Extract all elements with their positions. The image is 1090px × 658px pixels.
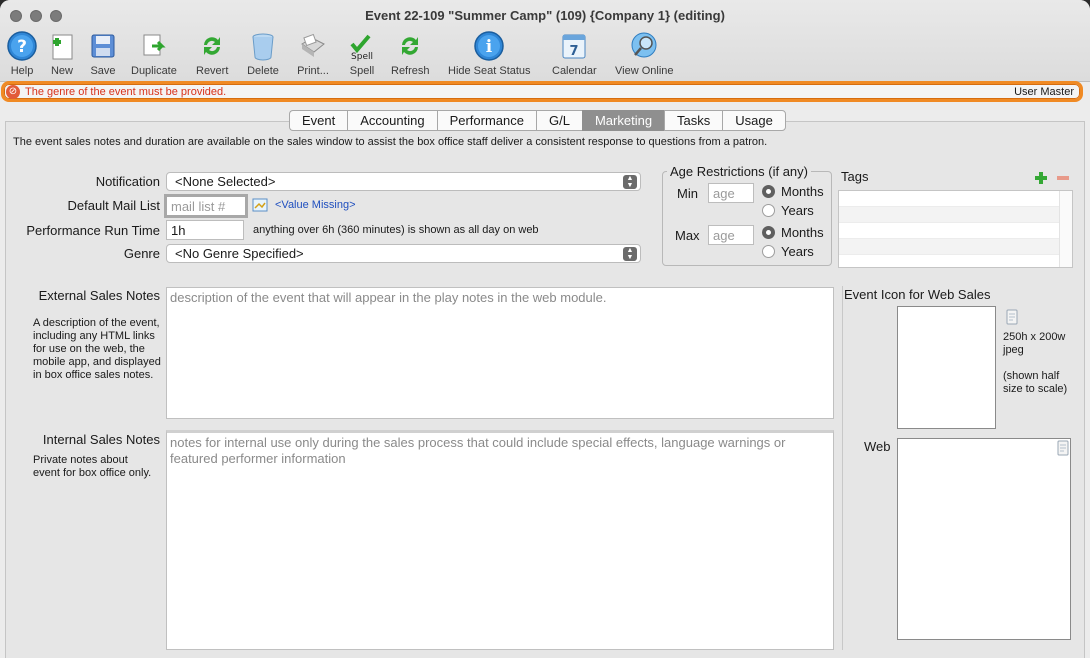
hide-seat-status-button[interactable]: i Hide Seat Status <box>448 30 531 80</box>
list-item[interactable] <box>839 239 1072 255</box>
event-icon-image-well[interactable] <box>897 306 996 429</box>
age-restrictions-title: Age Restrictions (if any) <box>667 164 811 179</box>
external-notes-help: A description of the event, including an… <box>33 317 161 381</box>
spell-check-icon: Spell <box>346 30 378 62</box>
run-time-input[interactable] <box>166 220 244 240</box>
tab-tasks[interactable]: Tasks <box>664 110 723 131</box>
age-min-months-radio[interactable]: Months <box>762 184 824 199</box>
validation-error-bar: ⊘ The genre of the event must be provide… <box>1 81 1083 102</box>
remove-tag-icon[interactable] <box>1054 169 1072 187</box>
tab-bar: Event Accounting Performance G/L Marketi… <box>289 110 786 131</box>
age-max-months-radio[interactable]: Months <box>762 225 824 240</box>
notification-select[interactable]: <None Selected> ▲ ▼ <box>166 172 641 191</box>
event-icon-document-icon[interactable] <box>1003 308 1021 326</box>
svg-text:?: ? <box>17 37 27 57</box>
icon-size-hint: 250h x 200w jpeg <box>1003 331 1066 356</box>
web-icon-document-icon[interactable] <box>1054 439 1072 457</box>
event-icon-title: Event Icon for Web Sales <box>844 287 991 302</box>
age-max-years-radio[interactable]: Years <box>762 244 814 259</box>
tab-event[interactable]: Event <box>289 110 348 131</box>
svg-text:i: i <box>486 37 493 57</box>
tab-accounting[interactable]: Accounting <box>347 110 437 131</box>
run-time-label: Performance Run Time <box>26 223 160 238</box>
spell-badge-text: Spell <box>351 52 373 62</box>
title-bar: Event 22-109 "Summer Camp" (109) {Compan… <box>0 0 1090 82</box>
web-icon-image-well[interactable] <box>897 438 1071 640</box>
window-title: Event 22-109 "Summer Camp" (109) {Compan… <box>365 8 725 23</box>
select-arrows-icon: ▲ ▼ <box>623 175 637 189</box>
genre-select[interactable]: <No Genre Specified> ▲ ▼ <box>166 244 641 263</box>
revert-arrows-icon <box>196 30 228 62</box>
tags-list[interactable] <box>838 190 1073 268</box>
tab-gl[interactable]: G/L <box>536 110 582 131</box>
revert-button[interactable]: Revert <box>196 30 228 80</box>
genre-value: <No Genre Specified> <box>175 246 304 261</box>
external-notes-textarea[interactable]: description of the event that will appea… <box>166 287 834 419</box>
duplicate-icon <box>138 30 170 62</box>
floppy-disk-icon <box>87 30 119 62</box>
age-min-label: Min <box>677 186 698 201</box>
globe-magnifier-icon <box>628 30 660 62</box>
internal-notes-help: Private notes about event for box office… <box>33 454 152 479</box>
calendar-badge-text: 7 <box>570 44 579 59</box>
list-item[interactable] <box>839 207 1072 223</box>
radio-selected-icon <box>762 185 775 198</box>
radio-empty-icon <box>762 245 775 258</box>
calendar-icon: 7 <box>558 30 590 62</box>
refresh-button[interactable]: Refresh <box>391 30 430 80</box>
save-button[interactable]: Save <box>87 30 119 80</box>
web-icon-label: Web <box>864 439 891 454</box>
tab-usage[interactable]: Usage <box>722 110 786 131</box>
genre-label: Genre <box>123 246 160 261</box>
delete-button[interactable]: Delete <box>247 30 279 80</box>
add-tag-icon[interactable] <box>1032 169 1050 187</box>
tags-scrollbar[interactable] <box>1059 191 1072 267</box>
tags-label: Tags <box>841 169 869 184</box>
mail-list-input[interactable] <box>164 194 248 218</box>
trash-can-icon <box>247 30 279 62</box>
error-message: The genre of the event must be provided. <box>25 85 227 98</box>
help-icon: ? <box>6 30 38 62</box>
mail-list-lookup-icon[interactable] <box>251 196 269 214</box>
internal-notes-label: Internal Sales Notes <box>42 432 160 447</box>
select-arrows-icon: ▲ ▼ <box>623 247 637 261</box>
refresh-arrows-icon <box>394 30 426 62</box>
list-item[interactable] <box>839 191 1072 207</box>
error-icon: ⊘ <box>6 84 20 99</box>
new-document-icon <box>46 30 78 62</box>
radio-selected-icon <box>762 226 775 239</box>
age-max-label: Max <box>675 228 700 243</box>
internal-notes-textarea[interactable]: notes for internal use only during the s… <box>166 430 834 650</box>
external-notes-label: External Sales Notes <box>38 288 160 303</box>
spell-button[interactable]: Spell Spell <box>346 30 378 80</box>
current-user: User Master <box>1014 85 1074 98</box>
print-button[interactable]: Print... <box>297 30 329 80</box>
printer-icon <box>297 30 329 62</box>
notification-value: <None Selected> <box>175 174 276 189</box>
age-max-input[interactable] <box>708 225 754 245</box>
run-time-hint: anything over 6h (360 minutes) is shown … <box>253 224 539 236</box>
mail-list-label: Default Mail List <box>67 198 160 213</box>
duplicate-button[interactable]: Duplicate <box>131 30 177 80</box>
list-item[interactable] <box>839 223 1072 239</box>
view-online-button[interactable]: View Online <box>615 30 674 80</box>
new-button[interactable]: New <box>46 30 78 80</box>
icon-scale-hint: (shown half size to scale) <box>1003 370 1068 395</box>
toolbar: ? Help New Save Duplicate Revert Delete … <box>0 30 1090 80</box>
mail-list-missing-link[interactable]: <Value Missing> <box>275 199 356 211</box>
age-min-years-radio[interactable]: Years <box>762 203 814 218</box>
age-min-input[interactable] <box>708 183 754 203</box>
info-icon: i <box>473 30 505 62</box>
app-window: Event 22-109 "Summer Camp" (109) {Compan… <box>0 0 1090 658</box>
icon-section-divider <box>842 286 843 650</box>
panel-description: The event sales notes and duration are a… <box>13 136 768 148</box>
tab-performance[interactable]: Performance <box>436 110 536 131</box>
notification-label: Notification <box>95 174 160 189</box>
tab-marketing[interactable]: Marketing <box>581 110 665 131</box>
radio-empty-icon <box>762 204 775 217</box>
calendar-button[interactable]: 7 Calendar <box>552 30 597 80</box>
help-button[interactable]: ? Help <box>6 30 38 80</box>
